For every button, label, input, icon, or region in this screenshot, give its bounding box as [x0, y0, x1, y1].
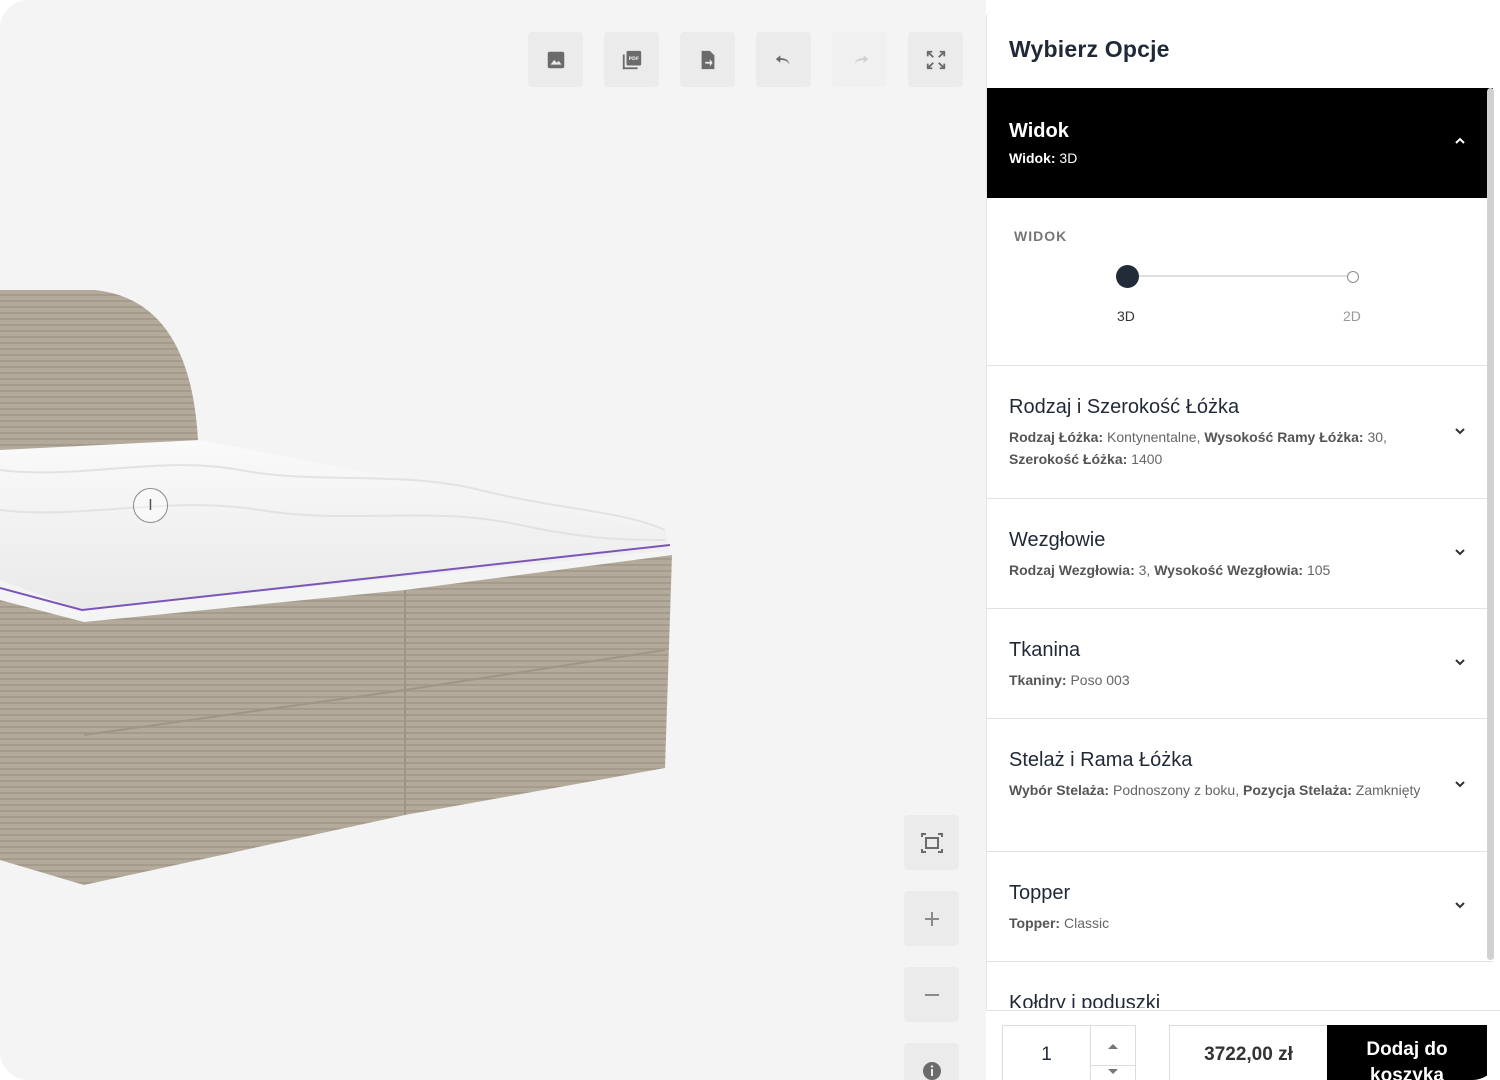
chevron-down-icon	[1455, 781, 1465, 788]
accordion-title: Wezgłowie	[1009, 529, 1106, 551]
fullscreen-button[interactable]	[908, 32, 963, 87]
chevron-down-icon	[1455, 428, 1465, 435]
fit-view-button[interactable]	[904, 815, 959, 870]
accordion-section[interactable]: Tkanina Tkaniny: Poso 003	[987, 609, 1493, 719]
quantity-stepper[interactable]	[1090, 1025, 1136, 1080]
fit-view-icon	[920, 832, 943, 853]
accordion-section[interactable]: Rodzaj i Szerokość Łóżka Rodzaj Łóżka: Ko…	[987, 366, 1493, 499]
view-slider-track[interactable]	[1127, 275, 1353, 277]
view-option-label: WIDOK	[1014, 228, 1068, 244]
total-price: 3722,00 zł	[1169, 1025, 1327, 1080]
accordion-summary: Topper: Classic	[1009, 915, 1110, 931]
zoom-controls	[904, 815, 959, 1080]
add-to-cart-button[interactable]: Dodaj do koszyka	[1327, 1025, 1487, 1080]
chevron-down-icon	[1455, 659, 1465, 666]
caret-up-icon	[1108, 1043, 1118, 1049]
panel-title: Wybierz Opcje	[1009, 36, 1170, 62]
chevron-down-icon	[1455, 549, 1465, 556]
redo-button[interactable]	[832, 32, 887, 87]
accordion-summary: Tkaniny: Poso 003	[1009, 672, 1130, 688]
viewer-toolbar: PDF	[528, 32, 963, 87]
undo-button[interactable]	[756, 32, 811, 87]
quantity-input[interactable]: 1	[1002, 1025, 1090, 1080]
accordion-section[interactable]: Kołdry i poduszki	[987, 962, 1493, 1008]
configurator-app: I PDF Wybierz Opcje Widok Widok: 3D WIDO…	[0, 0, 1500, 1080]
product-viewer[interactable]: I PDF	[0, 0, 986, 1080]
options-panel: Wybierz Opcje Widok Widok: 3D WIDOK 3D 2…	[986, 12, 1494, 1080]
caret-down-icon	[1108, 1069, 1118, 1074]
accordion-widok-header[interactable]: Widok Widok: 3D	[987, 88, 1493, 198]
zoom-in-button[interactable]	[904, 891, 959, 946]
accordion-section[interactable]: Topper Topper: Classic	[987, 852, 1493, 962]
image-download-button[interactable]	[528, 32, 583, 87]
accordion-title: Widok	[1009, 120, 1069, 142]
plus-icon	[924, 911, 939, 926]
file-export-button[interactable]	[680, 32, 735, 87]
accordion-summary: Wybór Stelaża: Podnoszony z boku, Pozycj…	[1009, 782, 1421, 798]
chevron-up-icon	[1455, 137, 1465, 144]
info-button[interactable]	[904, 1043, 959, 1080]
quantity-decrease-button[interactable]	[1091, 1067, 1135, 1080]
svg-text:PDF: PDF	[628, 56, 638, 62]
accordion-summary: Widok: 3D	[1009, 150, 1078, 166]
cart-footer: 1 3722,00 zł Dodaj do koszyka	[986, 1010, 1500, 1080]
accordion-summary: Rodzaj Łóżka: Kontynentalne, Wysokość Ra…	[1009, 429, 1387, 467]
pdf-export-button[interactable]: PDF	[604, 32, 659, 87]
accordion-title: Stelaż i Rama Łóżka	[1009, 749, 1193, 771]
view-options: WIDOK 3D 2D	[987, 198, 1493, 366]
file-export-icon	[701, 50, 714, 69]
accordion-title: Tkanina	[1009, 639, 1081, 661]
panel-scrollbar[interactable]	[1487, 88, 1494, 960]
accordion-title: Kołdry i poduszki	[1009, 992, 1161, 1008]
view-option-3d-label[interactable]: 3D	[1117, 308, 1135, 324]
zoom-out-button[interactable]	[904, 967, 959, 1022]
hotspot-marker[interactable]: I	[133, 488, 168, 523]
options-scroll-area[interactable]: Widok Widok: 3D WIDOK 3D 2D Rodzaj i Sze…	[987, 88, 1493, 1008]
pdf-icon: PDF	[622, 50, 641, 69]
image-icon	[547, 51, 564, 68]
accordion-summary: Rodzaj Wezgłowia: 3, Wysokość Wezgłowia:…	[1009, 562, 1331, 578]
quantity-increase-button[interactable]	[1091, 1026, 1135, 1066]
accordion-section[interactable]: Wezgłowie Rodzaj Wezgłowia: 3, Wysokość W…	[987, 499, 1493, 609]
view-option-2d-knob[interactable]	[1347, 271, 1359, 283]
view-option-3d-knob[interactable]	[1116, 265, 1139, 288]
view-option-2d-label[interactable]: 2D	[1343, 308, 1361, 324]
accordion-section[interactable]: Stelaż i Rama Łóżka Wybór Stelaża: Podnos…	[987, 719, 1493, 852]
minus-icon	[924, 993, 939, 996]
undo-icon	[775, 54, 789, 65]
accordion-title: Rodzaj i Szerokość Łóżka	[1009, 396, 1240, 418]
chevron-down-icon	[1455, 902, 1465, 909]
redo-icon	[854, 54, 868, 65]
bed-render	[0, 290, 672, 885]
fullscreen-icon	[926, 50, 945, 69]
info-icon	[922, 1061, 941, 1080]
accordion-title: Topper	[1009, 882, 1071, 904]
